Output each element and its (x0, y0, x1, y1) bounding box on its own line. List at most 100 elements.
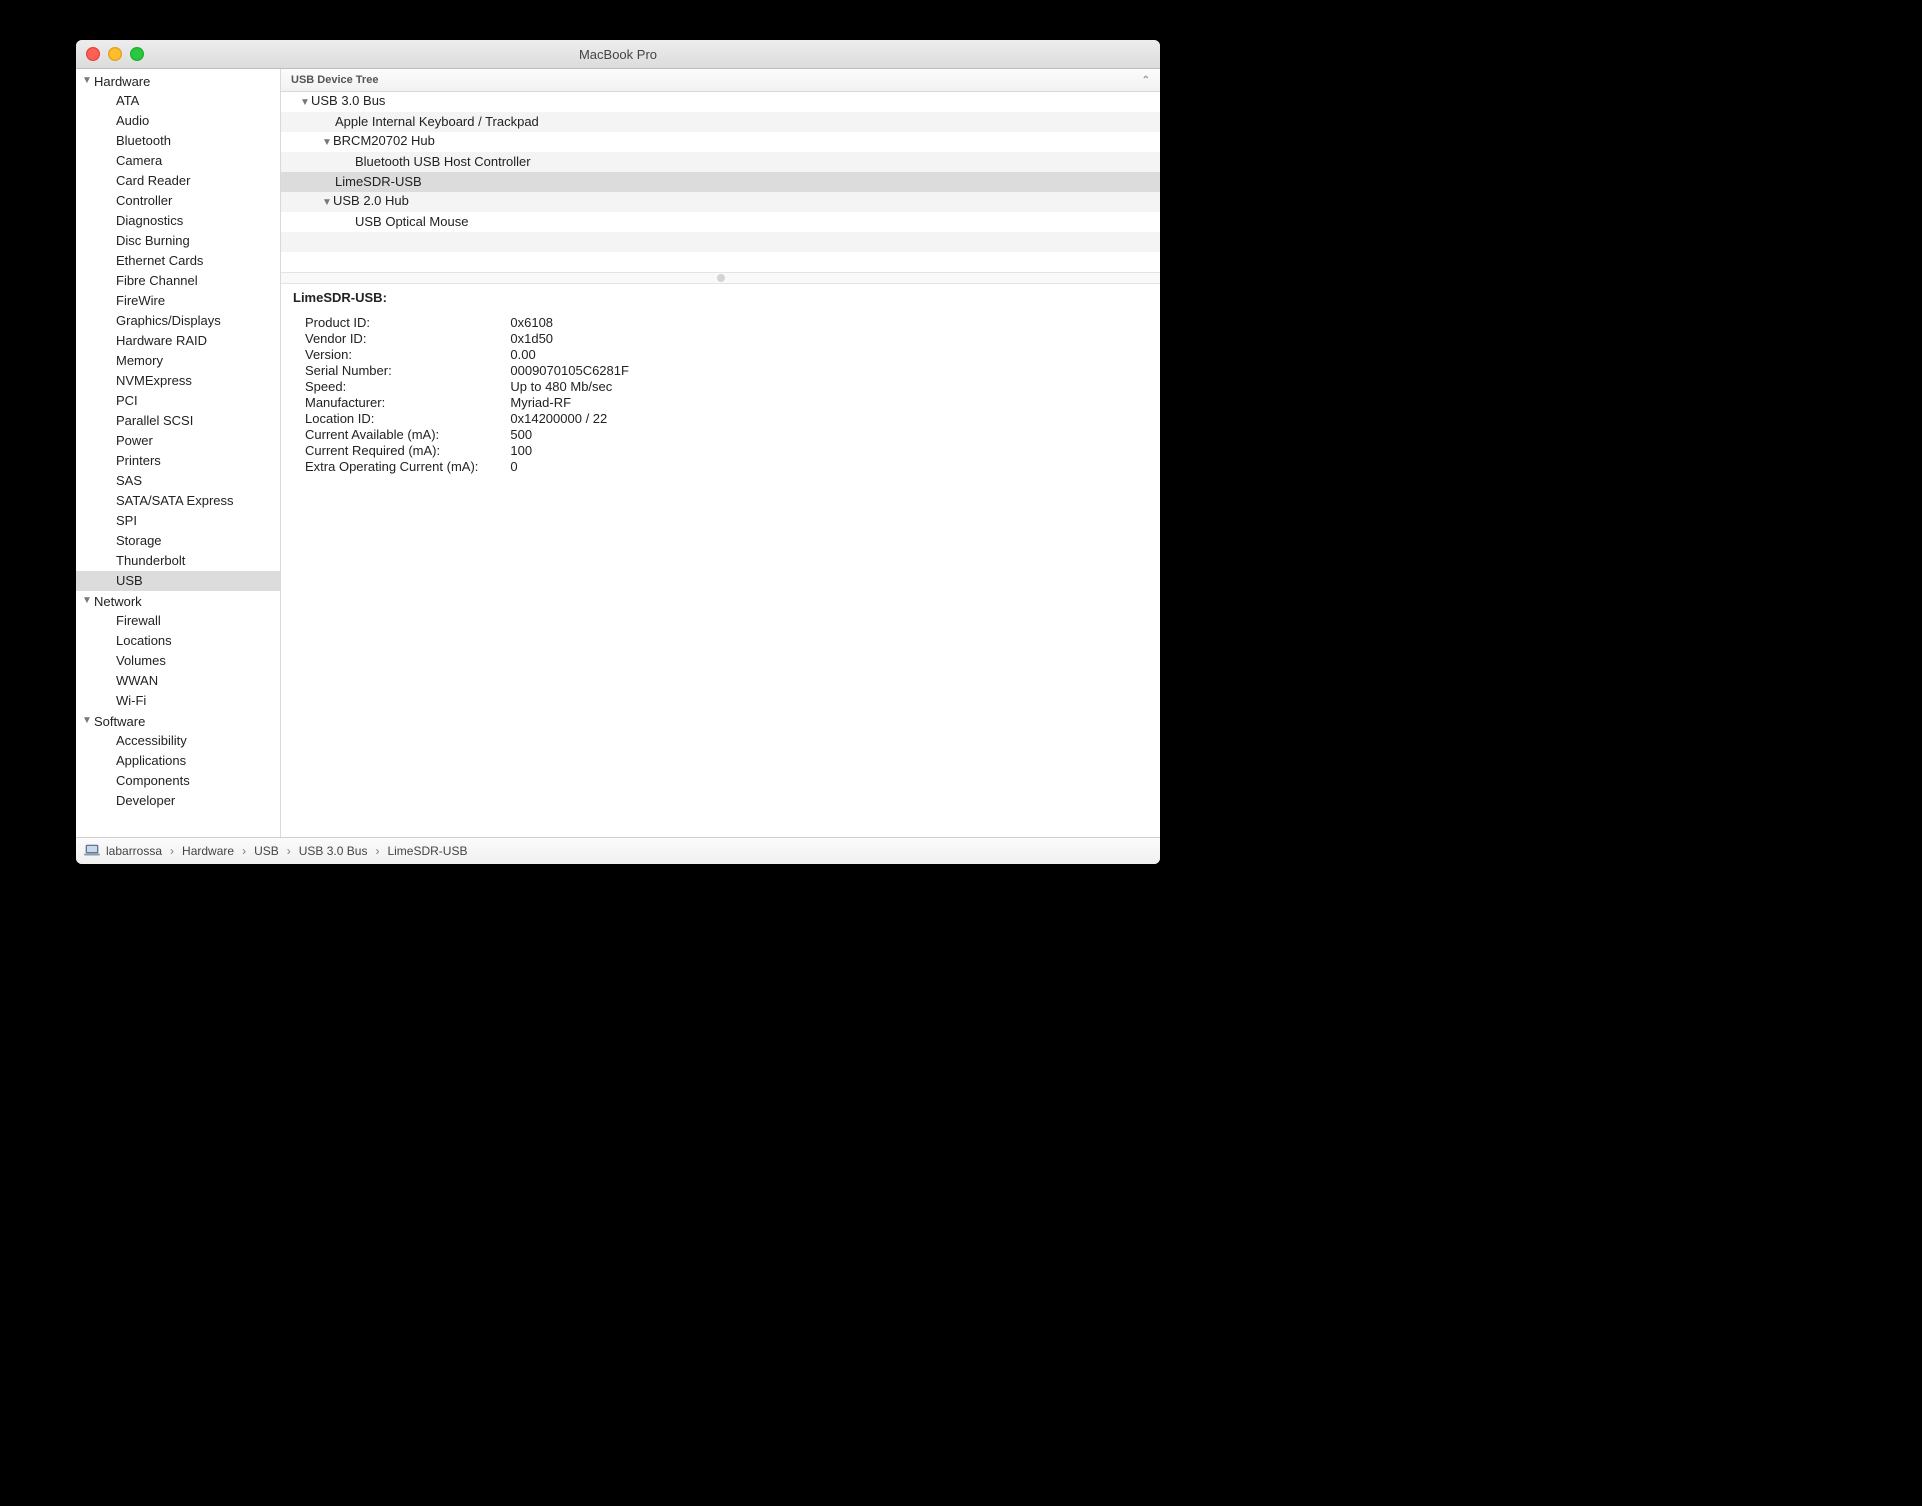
tree-row[interactable]: ▼BRCM20702 Hub (281, 132, 1160, 152)
detail-key: Current Available (mA): (305, 427, 486, 443)
sidebar-item[interactable]: Disc Burning (76, 231, 280, 251)
disclosure-triangle-icon[interactable]: ▼ (321, 133, 333, 153)
sidebar-item[interactable]: Parallel SCSI (76, 411, 280, 431)
system-information-window: MacBook Pro ▼HardwareATAAudioBluetoothCa… (76, 40, 1160, 864)
sidebar-item[interactable]: Developer (76, 791, 280, 811)
sidebar-item[interactable]: Thunderbolt (76, 551, 280, 571)
sidebar-item[interactable]: Applications (76, 751, 280, 771)
sidebar-item[interactable]: Memory (76, 351, 280, 371)
detail-key: Speed: (305, 379, 486, 395)
detail-key: Location ID: (305, 411, 486, 427)
sidebar-item[interactable]: Hardware RAID (76, 331, 280, 351)
detail-value: 0 (486, 459, 635, 475)
disclosure-triangle-icon[interactable]: ▼ (82, 716, 92, 726)
sidebar-item[interactable]: Bluetooth (76, 131, 280, 151)
sidebar-item[interactable]: ATA (76, 91, 280, 111)
split-handle[interactable] (281, 272, 1160, 284)
sidebar-category[interactable]: ▼Network (76, 591, 280, 611)
sidebar-category-label: Hardware (94, 74, 150, 89)
detail-key: Product ID: (305, 315, 486, 331)
detail-row: Location ID:0x14200000 / 22 (305, 411, 635, 427)
sidebar-item[interactable]: Fibre Channel (76, 271, 280, 291)
sidebar-scroll[interactable]: ▼HardwareATAAudioBluetoothCameraCard Rea… (76, 69, 280, 837)
detail-value: 0x14200000 / 22 (486, 411, 635, 427)
sidebar-item[interactable]: Storage (76, 531, 280, 551)
sidebar-item[interactable]: Card Reader (76, 171, 280, 191)
sidebar-item[interactable]: Locations (76, 631, 280, 651)
path-segment[interactable]: LimeSDR-USB (387, 844, 467, 858)
path-segment[interactable]: USB 3.0 Bus (299, 844, 368, 858)
sidebar-item[interactable]: Wi-Fi (76, 691, 280, 711)
detail-value: 0.00 (486, 347, 635, 363)
detail-row: Extra Operating Current (mA):0 (305, 459, 635, 475)
tree-header-label: USB Device Tree (291, 74, 378, 86)
window-title: MacBook Pro (579, 47, 657, 62)
sidebar-category[interactable]: ▼Hardware (76, 71, 280, 91)
sidebar-item[interactable]: SATA/SATA Express (76, 491, 280, 511)
sidebar-item[interactable]: Ethernet Cards (76, 251, 280, 271)
zoom-button[interactable] (130, 47, 144, 61)
detail-row: Manufacturer:Myriad-RF (305, 395, 635, 411)
sidebar-item[interactable]: Volumes (76, 651, 280, 671)
sidebar-item[interactable]: Audio (76, 111, 280, 131)
sidebar-item[interactable]: USB (76, 571, 280, 591)
detail-key: Vendor ID: (305, 331, 486, 347)
sort-indicator-icon[interactable]: ⌃ (1142, 75, 1150, 86)
disclosure-triangle-icon[interactable]: ▼ (299, 93, 311, 113)
detail-value: 0x6108 (486, 315, 635, 331)
sidebar-item[interactable]: SAS (76, 471, 280, 491)
tree-row[interactable]: LimeSDR-USB (281, 172, 1160, 192)
disclosure-triangle-icon[interactable]: ▼ (82, 76, 92, 86)
sidebar-item[interactable]: Camera (76, 151, 280, 171)
path-bar[interactable]: labarrossa›Hardware›USB›USB 3.0 Bus›Lime… (76, 837, 1160, 864)
sidebar-item[interactable]: Firewall (76, 611, 280, 631)
sidebar-pane: ▼HardwareATAAudioBluetoothCameraCard Rea… (76, 69, 281, 837)
window-body: ▼HardwareATAAudioBluetoothCameraCard Rea… (76, 69, 1160, 837)
tree-row[interactable]: Bluetooth USB Host Controller (281, 152, 1160, 172)
detail-value: 0009070105C6281F (486, 363, 635, 379)
detail-value: Up to 480 Mb/sec (486, 379, 635, 395)
minimize-button[interactable] (108, 47, 122, 61)
detail-value: 0x1d50 (486, 331, 635, 347)
path-segment[interactable]: Hardware (182, 844, 234, 858)
sidebar-item[interactable]: PCI (76, 391, 280, 411)
sidebar-item[interactable]: FireWire (76, 291, 280, 311)
sidebar-item[interactable]: Controller (76, 191, 280, 211)
device-detail-pane: LimeSDR-USB: Product ID:0x6108Vendor ID:… (281, 284, 1160, 837)
disclosure-triangle-icon[interactable]: ▼ (82, 596, 92, 606)
sidebar-category-label: Software (94, 714, 145, 729)
sidebar-item[interactable]: Printers (76, 451, 280, 471)
detail-key: Serial Number: (305, 363, 486, 379)
tree-row-label: USB Optical Mouse (355, 214, 468, 229)
sidebar-item[interactable]: WWAN (76, 671, 280, 691)
sidebar-item[interactable]: Accessibility (76, 731, 280, 751)
titlebar[interactable]: MacBook Pro (76, 40, 1160, 69)
path-segment[interactable]: USB (254, 844, 279, 858)
chevron-right-icon: › (170, 844, 174, 858)
path-computer[interactable]: labarrossa (106, 844, 162, 858)
sidebar-category[interactable]: ▼Software (76, 711, 280, 731)
detail-row: Product ID:0x6108 (305, 315, 635, 331)
sidebar-item[interactable]: Diagnostics (76, 211, 280, 231)
tree-row[interactable]: ▼USB 3.0 Bus (281, 92, 1160, 112)
sidebar-item[interactable]: SPI (76, 511, 280, 531)
tree-row[interactable]: USB Optical Mouse (281, 212, 1160, 232)
detail-properties-table: Product ID:0x6108Vendor ID:0x1d50Version… (305, 315, 635, 475)
disclosure-triangle-icon[interactable]: ▼ (321, 193, 333, 213)
tree-row-label: Apple Internal Keyboard / Trackpad (335, 114, 539, 129)
tree-row[interactable]: Apple Internal Keyboard / Trackpad (281, 112, 1160, 132)
sidebar-item[interactable]: NVMExpress (76, 371, 280, 391)
tree-row[interactable]: ▼USB 2.0 Hub (281, 192, 1160, 212)
split-grip-icon (717, 274, 725, 282)
detail-key: Version: (305, 347, 486, 363)
tree-row-label: Bluetooth USB Host Controller (355, 154, 531, 169)
sidebar-category-label: Network (94, 594, 142, 609)
sidebar-item[interactable]: Graphics/Displays (76, 311, 280, 331)
sidebar-item[interactable]: Power (76, 431, 280, 451)
tree-column-header[interactable]: USB Device Tree ⌃ (281, 69, 1160, 92)
window-controls (86, 47, 144, 61)
sidebar-item[interactable]: Components (76, 771, 280, 791)
tree-row-label: USB 3.0 Bus (311, 93, 385, 108)
usb-device-tree[interactable]: ▼USB 3.0 BusApple Internal Keyboard / Tr… (281, 92, 1160, 252)
close-button[interactable] (86, 47, 100, 61)
